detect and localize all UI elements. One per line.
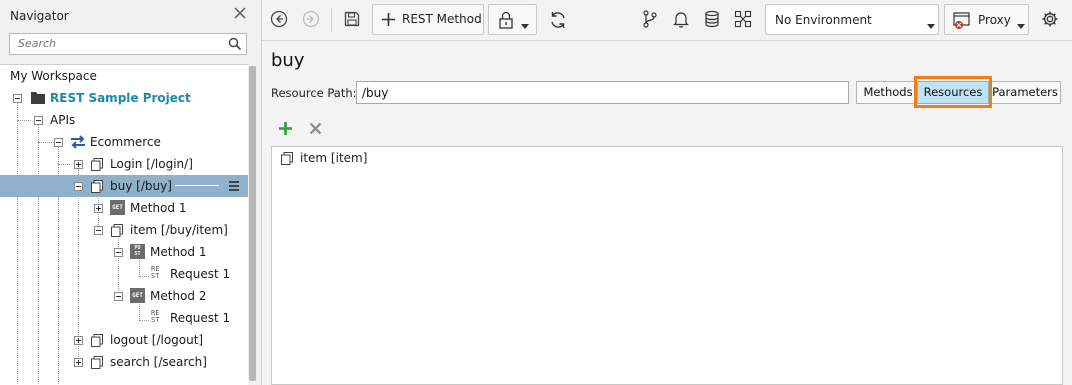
navigator-tree: My Workspace REST Sample Project APIs Ec… — [0, 64, 248, 385]
rest-badge-line: ST — [151, 316, 160, 324]
lock-dropdown-button[interactable] — [488, 4, 537, 35]
get-method-icon: GET — [130, 288, 145, 303]
collapse-toggle[interactable] — [94, 226, 103, 235]
tree-line — [38, 142, 54, 143]
navigator-search — [9, 33, 247, 55]
refresh-icon[interactable] — [548, 10, 566, 28]
close-icon[interactable] — [232, 5, 248, 21]
navigator-title: Navigator — [10, 9, 69, 23]
tree-item-ecommerce[interactable]: Ecommerce — [90, 131, 161, 153]
tree-item-item-method1[interactable]: Method 1 — [150, 241, 206, 263]
resource-icon — [91, 356, 103, 369]
tree-item-item-method2[interactable]: Method 2 — [150, 285, 206, 307]
tree-line — [139, 320, 149, 321]
save-icon[interactable] — [343, 10, 361, 28]
resource-icon — [281, 152, 293, 168]
tree-line — [17, 120, 31, 121]
workspace-label[interactable]: My Workspace — [10, 65, 97, 87]
search-icon[interactable] — [228, 37, 242, 51]
environment-value: No Environment — [775, 13, 872, 27]
tab-parameters[interactable]: Parameters — [989, 81, 1061, 104]
collapse-toggle[interactable] — [54, 138, 63, 147]
resource-path-label: Resource Path: — [271, 86, 357, 100]
delete-icon[interactable] — [309, 122, 322, 138]
resource-path-input[interactable] — [356, 81, 849, 104]
resource-icon — [91, 180, 103, 193]
chevron-down-icon — [521, 18, 529, 32]
expand-toggle[interactable] — [74, 358, 83, 367]
tree-item-search[interactable]: search [/search] — [110, 351, 207, 373]
expand-toggle[interactable] — [74, 160, 83, 169]
plus-icon — [381, 12, 396, 30]
tree-item-request1-a[interactable]: Request 1 — [170, 263, 230, 285]
chevron-down-icon — [927, 18, 935, 32]
post-badge-line: ST — [134, 251, 141, 257]
proxy-dropdown-button[interactable]: Proxy — [944, 4, 1029, 35]
collapse-toggle[interactable] — [34, 116, 43, 125]
tree-line — [38, 123, 39, 385]
folder-icon — [31, 91, 45, 107]
rest-method-label: REST Method — [402, 12, 482, 26]
tree-item-request1-b[interactable]: Request 1 — [170, 307, 230, 329]
proxy-icon — [953, 12, 973, 33]
rest-badge-line: ST — [151, 272, 160, 280]
menu-icon[interactable] — [228, 180, 240, 192]
forward-icon[interactable] — [302, 10, 320, 28]
resources-list: item [item] — [271, 146, 1063, 385]
database-icon[interactable] — [703, 10, 721, 28]
collapse-toggle[interactable] — [114, 292, 123, 301]
resource-icon — [91, 334, 103, 347]
tree-item-item[interactable]: item [/buy/item] — [130, 219, 228, 241]
tree-line — [58, 164, 70, 165]
collapse-toggle[interactable] — [114, 248, 123, 257]
collapse-toggle[interactable] — [13, 94, 22, 103]
tree-item-login[interactable]: Login [/login/] — [110, 153, 193, 175]
get-method-icon: GET — [110, 200, 125, 215]
navigator-panel: Navigator My Workspace REST Sample Proje… — [0, 0, 262, 385]
tree-line — [139, 257, 140, 277]
tree-item-project[interactable]: REST Sample Project — [50, 87, 191, 109]
add-icon[interactable] — [278, 121, 293, 139]
expand-toggle[interactable] — [94, 204, 103, 213]
tree-line — [139, 301, 140, 321]
rest-request-icon: RE ST — [151, 310, 165, 326]
tree-item-buy-method1[interactable]: Method 1 — [130, 197, 186, 219]
collapse-toggle[interactable] — [74, 182, 83, 191]
resource-icon — [111, 224, 123, 237]
resource-icon — [91, 158, 103, 171]
post-method-icon: PO ST — [130, 244, 145, 259]
tree-item-logout[interactable]: logout [/logout] — [110, 329, 203, 351]
environment-select[interactable]: No Environment — [765, 4, 939, 35]
back-icon[interactable] — [270, 10, 288, 28]
tree-item-buy[interactable]: buy [/buy] — [110, 175, 172, 197]
selection-line — [175, 185, 219, 186]
expand-toggle[interactable] — [74, 336, 83, 345]
chevron-down-icon — [1017, 18, 1025, 32]
tree-line — [17, 102, 18, 385]
resource-list-item[interactable]: item [item] — [300, 151, 367, 165]
navigator-scrollbar-thumb[interactable] — [249, 66, 256, 381]
api-exchange-icon — [70, 135, 86, 152]
rest-method-button[interactable]: REST Method — [372, 4, 484, 35]
toolbar-separator — [331, 8, 332, 32]
gear-icon[interactable] — [1041, 10, 1059, 28]
resources-tab-highlight — [914, 76, 992, 108]
tab-methods[interactable]: Methods — [856, 81, 920, 104]
tree-line — [139, 276, 149, 277]
lock-icon — [498, 11, 514, 32]
bell-icon[interactable] — [672, 10, 690, 28]
network-icon[interactable] — [734, 10, 752, 28]
search-input[interactable] — [18, 37, 218, 50]
git-branch-icon[interactable] — [641, 10, 659, 28]
rest-request-icon: RE ST — [151, 266, 165, 282]
proxy-label: Proxy — [978, 13, 1011, 27]
page-title: buy — [271, 50, 305, 71]
tree-item-apis[interactable]: APIs — [50, 109, 75, 131]
